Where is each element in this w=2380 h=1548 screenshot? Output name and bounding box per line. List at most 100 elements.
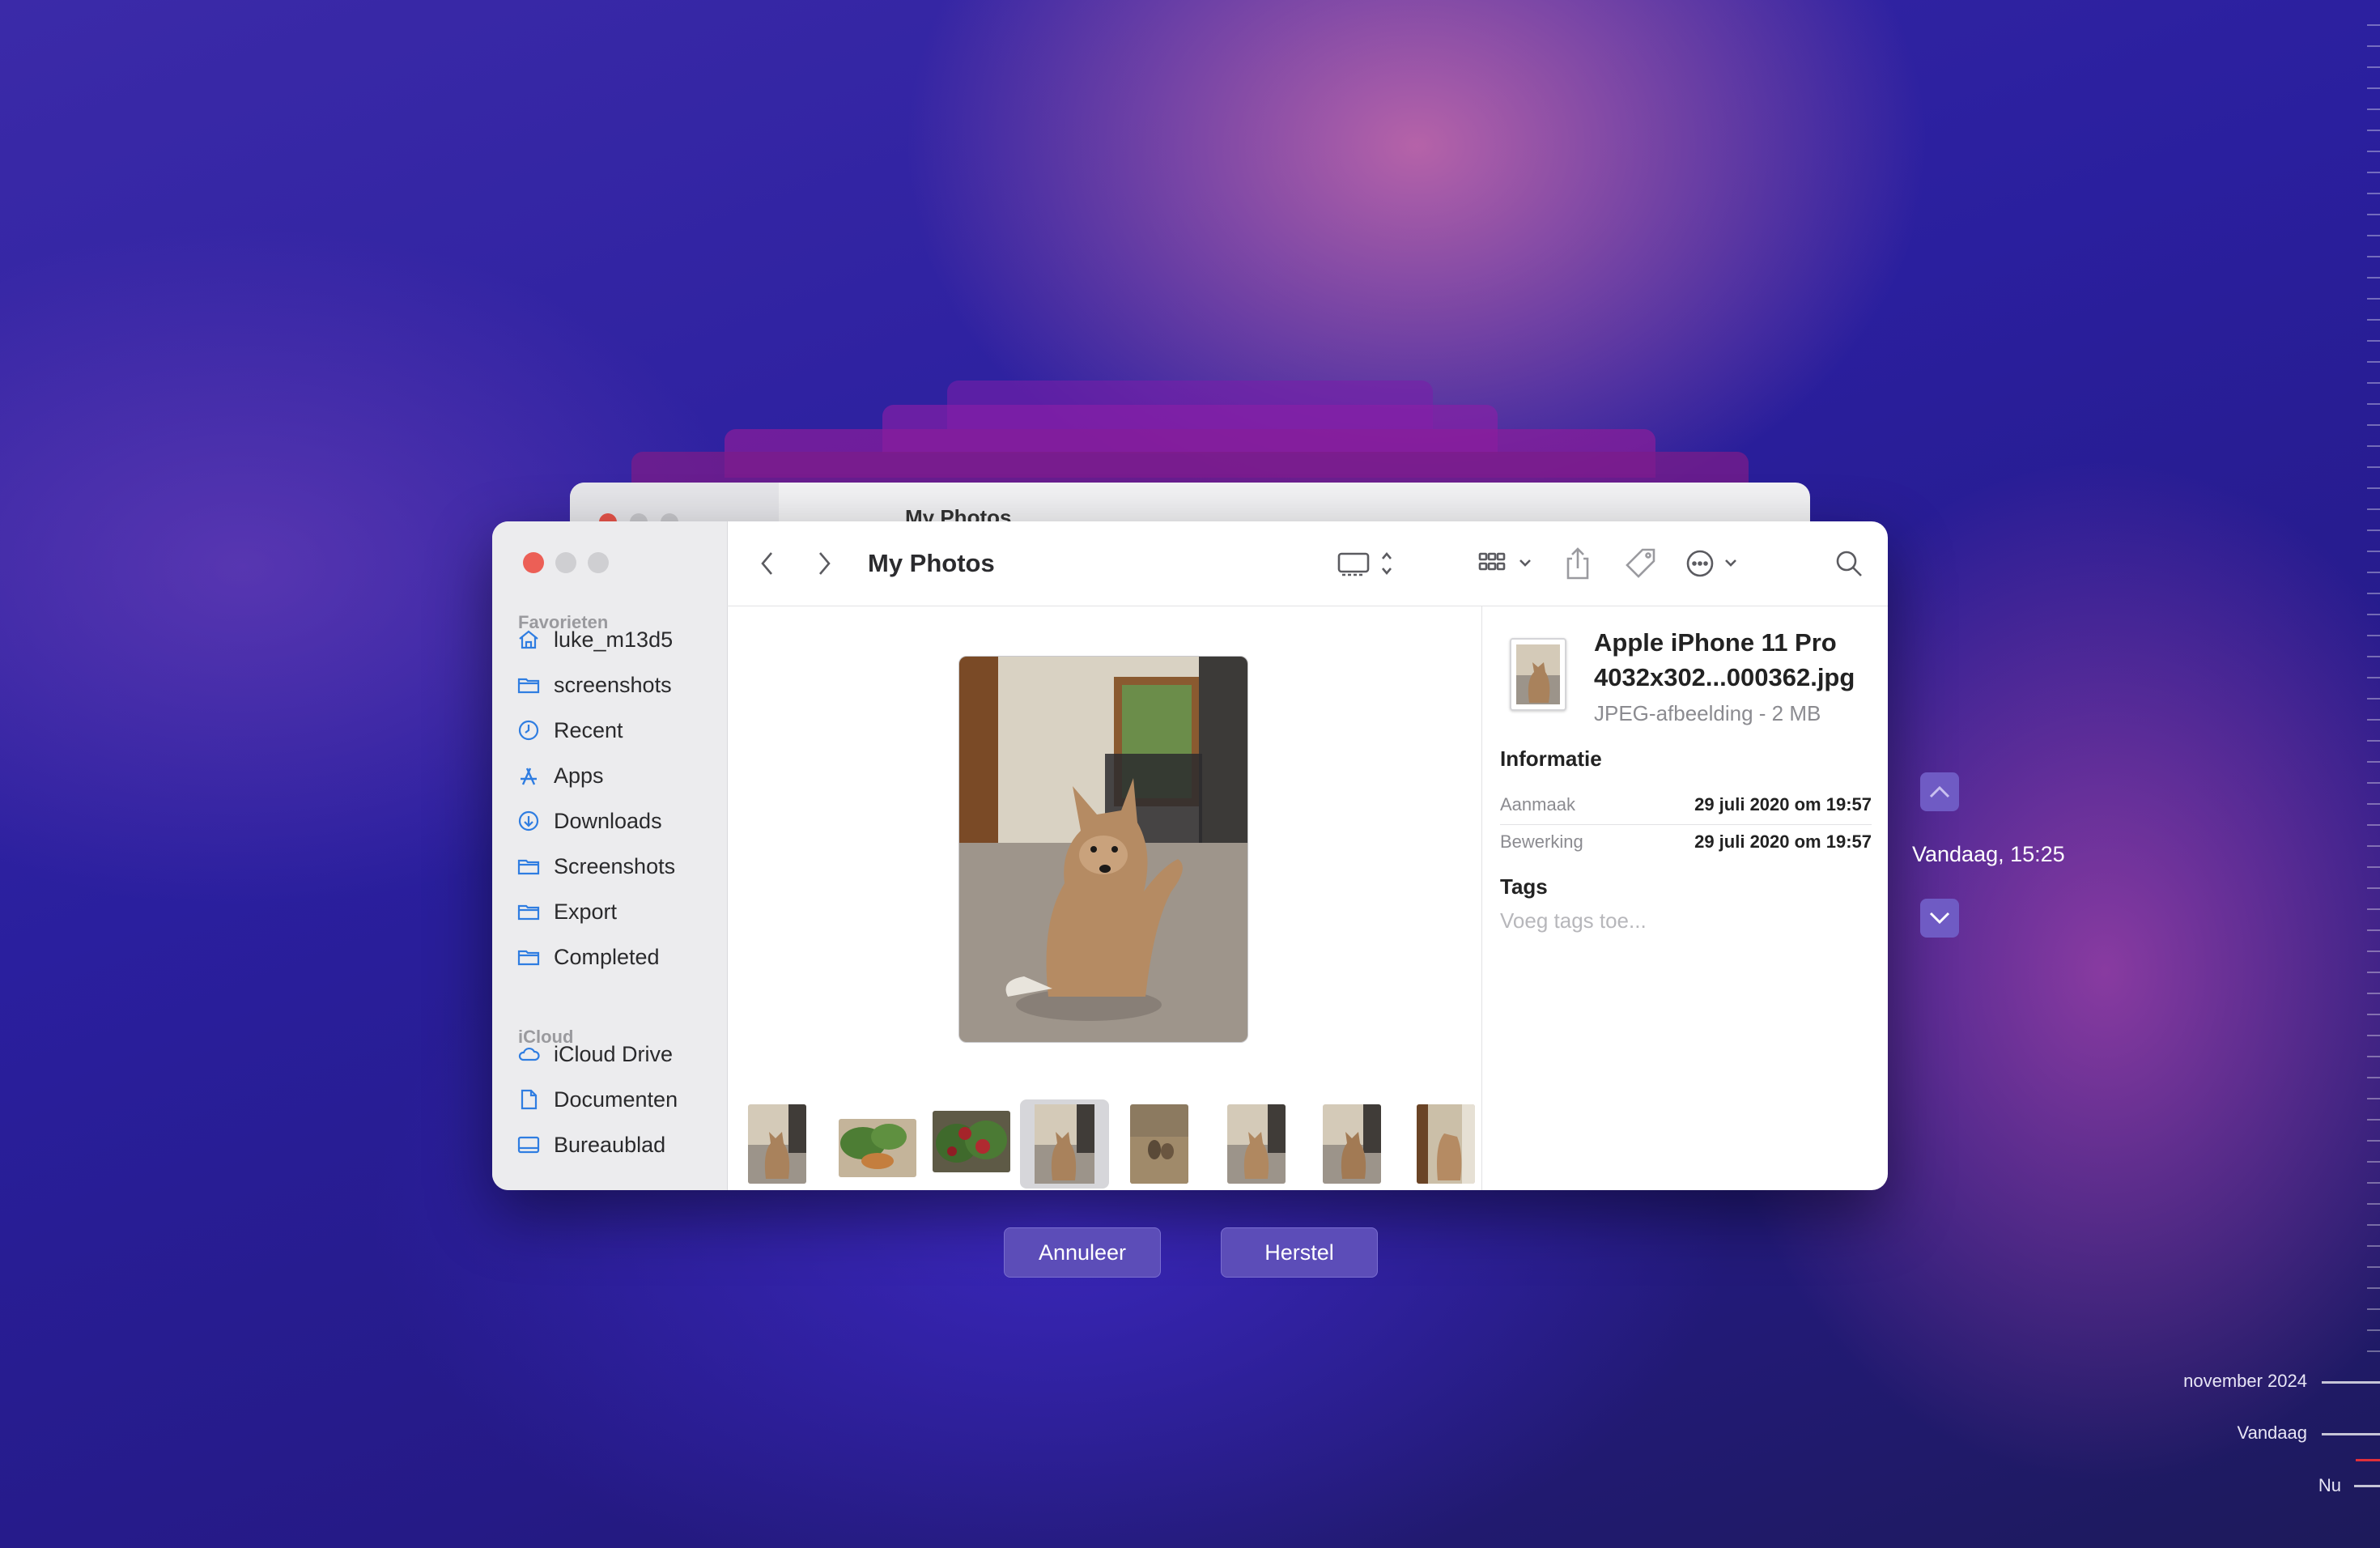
- next-backup-button[interactable]: [1920, 899, 1959, 938]
- sidebar-item-apps[interactable]: Apps: [516, 758, 604, 793]
- sidebar-item-downloads[interactable]: Downloads: [516, 803, 662, 839]
- timeline-tick: [2367, 256, 2380, 257]
- timeline-label-now[interactable]: Nu: [2318, 1475, 2341, 1496]
- close-button[interactable]: [523, 552, 544, 573]
- thumbnail[interactable]: [1227, 1104, 1286, 1184]
- info-row-modified: Bewerking 29 juli 2020 om 19:57: [1500, 824, 1872, 860]
- timeline-tick: [2367, 508, 2380, 510]
- sidebar-item-screenshots-2[interactable]: Screenshots: [516, 848, 675, 884]
- timeline-marker: [2322, 1381, 2380, 1384]
- main-photo[interactable]: [958, 656, 1248, 1043]
- group-button[interactable]: [1475, 546, 1540, 581]
- gallery-view-icon: [1337, 551, 1392, 576]
- sidebar-item-home[interactable]: luke_m13d5: [516, 622, 673, 657]
- timeline-tick: [2367, 740, 2380, 742]
- sidebar-item-label: Bureaublad: [554, 1132, 666, 1157]
- minimize-button[interactable]: [555, 552, 576, 573]
- forward-button[interactable]: [810, 546, 839, 581]
- apps-icon: [521, 768, 537, 785]
- folder-icon: [517, 950, 540, 966]
- timeline-tick: [2367, 719, 2380, 721]
- timeline-tick: [2367, 1224, 2380, 1226]
- thumbnail[interactable]: [748, 1104, 806, 1184]
- toolbar: My Photos: [727, 521, 1888, 606]
- timeline-tick: [2367, 298, 2380, 300]
- timeline-tick: [2367, 1350, 2380, 1352]
- sidebar-item-bureaublad[interactable]: Bureaublad: [516, 1127, 665, 1163]
- timeline-tick: [2367, 529, 2380, 531]
- timeline-tick: [2367, 1329, 2380, 1331]
- image-file-icon: [1516, 644, 1560, 704]
- sidebar-item-completed[interactable]: Completed: [516, 939, 660, 975]
- timeline-tick: [2367, 424, 2380, 426]
- sidebar-item-label: Export: [554, 899, 618, 924]
- timeline-tick: [2367, 908, 2380, 910]
- chevron-down-icon: [1929, 912, 1950, 925]
- timeline-tick: [2367, 1161, 2380, 1163]
- timeline-tick: [2367, 1098, 2380, 1099]
- action-menu-button[interactable]: [1682, 546, 1755, 581]
- search-button[interactable]: [1831, 546, 1867, 581]
- timeline-tick: [2367, 382, 2380, 384]
- plant-thumbnail-image: [839, 1119, 916, 1177]
- chevron-up-icon: [1929, 785, 1950, 798]
- previous-backup-button[interactable]: [1920, 772, 1959, 811]
- sidebar-item-icloud-drive[interactable]: iCloud Drive: [516, 1036, 673, 1072]
- timeline-tick: [2367, 656, 2380, 657]
- search-icon: [1836, 551, 1862, 576]
- sidebar-item-screenshots[interactable]: screenshots: [516, 667, 672, 703]
- timeline-tick: [2367, 1203, 2380, 1205]
- thumbnail[interactable]: [1130, 1104, 1188, 1184]
- tag-button[interactable]: [1621, 546, 1661, 581]
- view-mode-button[interactable]: [1336, 546, 1400, 581]
- info-key: Bewerking: [1500, 831, 1583, 852]
- thumbnail[interactable]: [933, 1111, 1010, 1172]
- clock-icon: [518, 720, 539, 741]
- back-button[interactable]: [753, 546, 782, 581]
- timeline-tick: [2367, 361, 2380, 363]
- timeline-tick: [2367, 340, 2380, 342]
- sidebar-item-recent[interactable]: Recent: [516, 712, 623, 748]
- info-value: 29 juli 2020 om 19:57: [1694, 831, 1872, 852]
- zoom-button[interactable]: [588, 552, 609, 573]
- share-icon: [1566, 547, 1589, 580]
- timeline-marker: [2354, 1485, 2380, 1487]
- timeline-tick: [2367, 1035, 2380, 1036]
- share-button[interactable]: [1558, 546, 1598, 581]
- timeline-tick: [2367, 677, 2380, 678]
- thumbnail-strip: [748, 1099, 1477, 1189]
- cancel-button[interactable]: Annuleer: [1004, 1227, 1161, 1278]
- timeline-tick: [2367, 866, 2380, 868]
- sidebar-item-label: Recent: [554, 717, 623, 742]
- timeline-tick: [2367, 782, 2380, 784]
- thumbnail-selected[interactable]: [1020, 1099, 1109, 1189]
- thumbnail[interactable]: [839, 1119, 916, 1177]
- timeline-label-today[interactable]: Vandaag: [2238, 1423, 2307, 1444]
- flowers-thumbnail-image: [933, 1111, 1010, 1172]
- timeline-label-november[interactable]: november 2024: [2183, 1371, 2307, 1392]
- sidebar-item-documenten[interactable]: Documenten: [516, 1082, 678, 1117]
- desktop-icon: [517, 1136, 540, 1154]
- timeline-tick: [2367, 151, 2380, 152]
- folder-icon: [517, 678, 540, 694]
- timeline-tick: [2367, 1014, 2380, 1015]
- timeline-tick: [2367, 1266, 2380, 1268]
- timeline-tick: [2367, 1308, 2380, 1310]
- timeline-tick: [2367, 108, 2380, 110]
- timeline-tick: [2367, 403, 2380, 405]
- sidebar-item-label: iCloud Drive: [554, 1041, 674, 1066]
- thumbnail[interactable]: [1323, 1104, 1381, 1184]
- restore-button[interactable]: Herstel: [1221, 1227, 1378, 1278]
- timeline-tick: [2367, 1077, 2380, 1078]
- timeline-tick: [2367, 319, 2380, 321]
- dog-thumbnail-image: [1035, 1104, 1094, 1184]
- tags-input[interactable]: [1500, 908, 1824, 933]
- sidebar-item-export[interactable]: Export: [516, 894, 617, 929]
- info-value: 29 juli 2020 om 19:57: [1694, 794, 1872, 814]
- timeline-tick: [2367, 698, 2380, 700]
- info-panel: Apple iPhone 11 Pro 4032x302...000362.jp…: [1481, 606, 1888, 1190]
- folder-icon: [517, 859, 540, 875]
- thumbnail[interactable]: [1417, 1104, 1475, 1184]
- timeline[interactable]: [2356, 0, 2380, 1548]
- timeline-tick: [2367, 572, 2380, 573]
